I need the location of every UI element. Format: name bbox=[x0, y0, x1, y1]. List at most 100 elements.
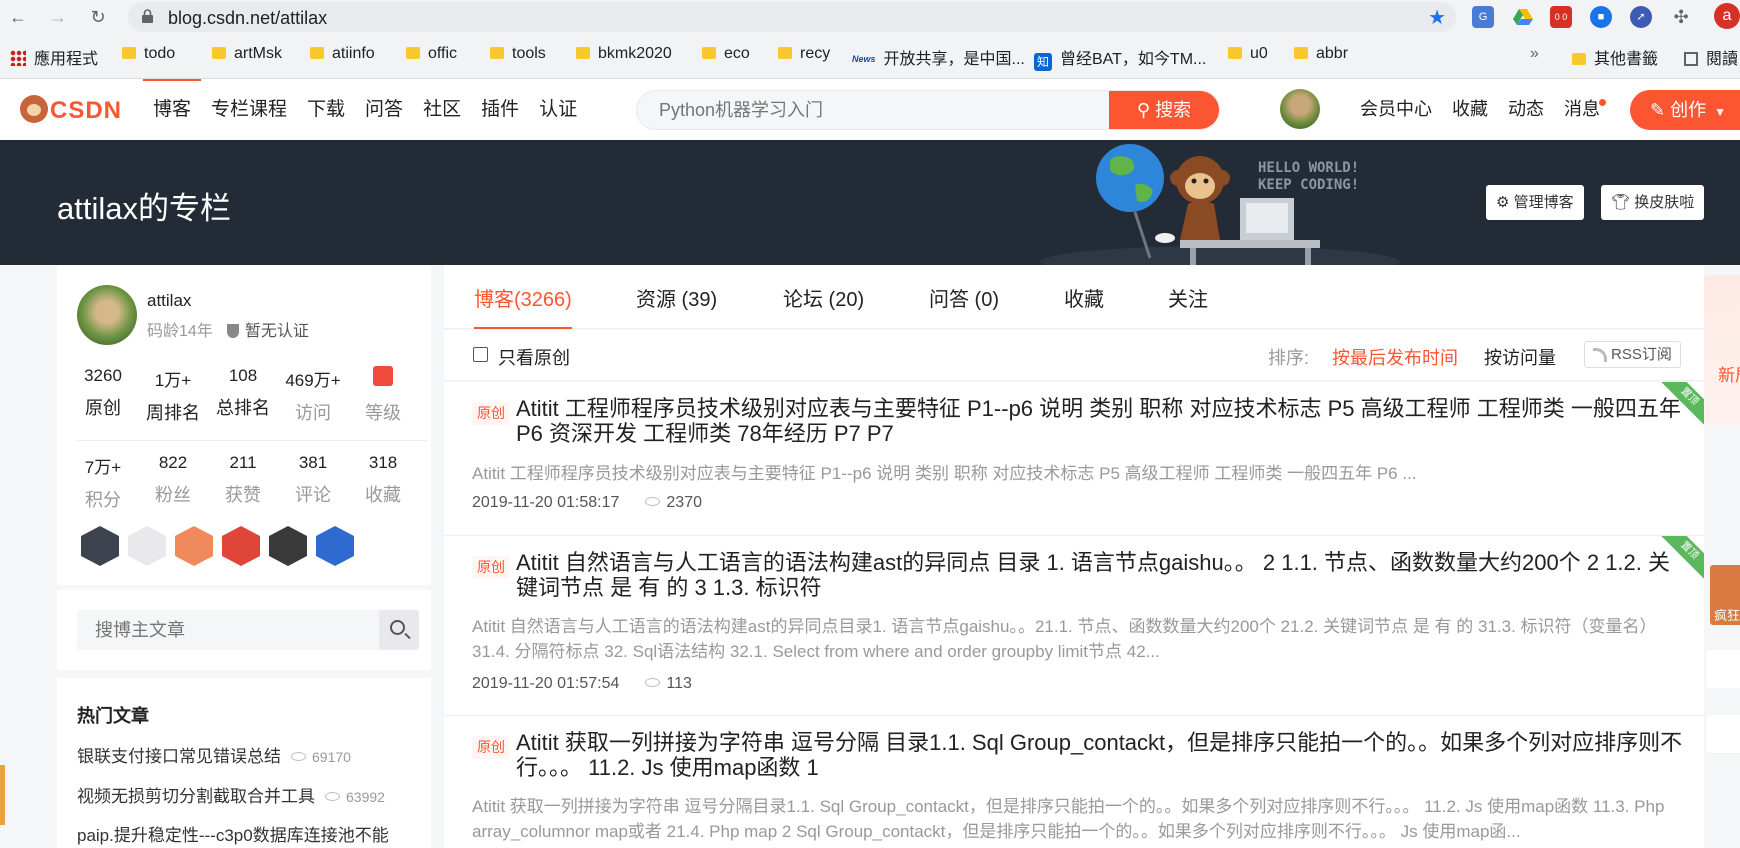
original-tag: 原创 bbox=[472, 402, 510, 425]
tab-forum[interactable]: 论坛 (20) bbox=[783, 283, 864, 329]
list-item[interactable]: paip.提升稳定性---c3p0数据库连接池不能 bbox=[77, 823, 407, 848]
csdn-logo[interactable]: CSDN bbox=[20, 95, 122, 125]
qr-code-button[interactable] bbox=[1706, 650, 1740, 688]
nav-community[interactable]: 社区 bbox=[413, 79, 471, 140]
bookmark-apps[interactable]: 應用程式 bbox=[10, 45, 98, 68]
tab-blog[interactable]: 博客(3266) bbox=[474, 283, 572, 329]
list-item[interactable]: 银联支付接口常见错误总结 69170 bbox=[77, 744, 407, 770]
only-original-label[interactable]: 只看原创 bbox=[498, 344, 570, 370]
url-field[interactable]: blog.csdn.net/attilax ★ bbox=[128, 2, 1456, 32]
article-title[interactable]: Atitit 自然语言与人工语言的语法构建ast的异同点 目录 1. 语言节点g… bbox=[516, 550, 1686, 600]
bookmark-eco[interactable]: eco bbox=[702, 45, 750, 67]
sort-by-views[interactable]: 按访问量 bbox=[1484, 344, 1556, 370]
lock-icon bbox=[142, 9, 153, 23]
bookmark-extension-icon[interactable]: ■ bbox=[1590, 6, 1612, 28]
url-text: blog.csdn.net/attilax bbox=[168, 8, 328, 28]
stat-level[interactable]: 等级 bbox=[348, 366, 418, 425]
create-button[interactable]: ✎ 创作 ▼ bbox=[1630, 90, 1740, 130]
bookmark-news[interactable]: News 开放共享，是中国... bbox=[852, 45, 1025, 68]
other-bookmarks[interactable]: 其他書籤 bbox=[1572, 45, 1658, 68]
article-title[interactable]: Atitit 获取一列拼接为字符串 逗号分隔 目录1.1. Sql Group_… bbox=[516, 730, 1686, 780]
bookmark-todo[interactable]: todo bbox=[122, 45, 175, 67]
counter-extension-icon[interactable]: 0 0 bbox=[1550, 6, 1572, 28]
article-item[interactable]: 原创 Atitit 获取一列拼接为字符串 逗号分隔 目录1.1. Sql Gro… bbox=[444, 716, 1704, 848]
blog-search-card bbox=[57, 590, 431, 670]
profile-avatar[interactable] bbox=[77, 285, 137, 345]
list-item[interactable]: 视频无损剪切分割截取合并工具 63992 bbox=[77, 784, 407, 810]
bookmark-abbr[interactable]: abbr bbox=[1294, 45, 1348, 67]
reading-list[interactable]: 閱讀 bbox=[1684, 45, 1740, 67]
translate-extension-icon[interactable]: G bbox=[1472, 6, 1494, 28]
nav-favorites[interactable]: 收藏 bbox=[1442, 79, 1498, 140]
folder-icon bbox=[702, 47, 716, 59]
nav-plugin[interactable]: 插件 bbox=[471, 79, 529, 140]
manage-blog-button[interactable]: ⚙ 管理博客 bbox=[1486, 185, 1584, 220]
bookmarks-bar: 應用程式 todo artMsk atiinfo offic tools bkm… bbox=[0, 33, 1740, 79]
sort-by-latest[interactable]: 按最后发布时间 bbox=[1332, 344, 1458, 370]
nav-vip-center[interactable]: 会员中心 bbox=[1350, 79, 1442, 140]
gift-widget[interactable]: 疯狂 bbox=[1710, 565, 1740, 625]
nav-activity[interactable]: 动态 bbox=[1498, 79, 1554, 140]
side-ad[interactable]: 新居 主页 bbox=[1704, 275, 1740, 425]
bookmark-artmsk[interactable]: artMsk bbox=[212, 45, 282, 67]
browser-profile-avatar[interactable]: a bbox=[1714, 3, 1740, 29]
change-skin-button[interactable]: 👕︎ 换皮肤啦 bbox=[1601, 185, 1705, 220]
stat-comments[interactable]: 381 评论 bbox=[278, 453, 348, 507]
nav-messages[interactable]: 消息 bbox=[1554, 79, 1610, 140]
tab-resources[interactable]: 资源 (39) bbox=[636, 283, 717, 329]
nav-cert[interactable]: 认证 bbox=[529, 79, 587, 140]
reload-icon[interactable]: ↻ bbox=[86, 5, 110, 29]
stat-favorites[interactable]: 318 收藏 bbox=[348, 453, 418, 507]
drive-extension-icon[interactable] bbox=[1512, 6, 1534, 28]
gear-icon: ⚙ bbox=[1496, 194, 1514, 211]
bookmark-zhihu[interactable]: 知曾经BAT，如今TM... bbox=[1034, 45, 1206, 71]
article-item[interactable]: 置顶 原创 Atitit 自然语言与人工语言的语法构建ast的异同点 目录 1.… bbox=[444, 536, 1704, 716]
chevron-down-icon: ▼ bbox=[1714, 105, 1726, 119]
article-summary: Atitit 获取一列拼接为字符串 逗号分隔目录1.1. Sql Group_c… bbox=[472, 797, 1665, 841]
bookmark-recy[interactable]: recy bbox=[778, 45, 830, 67]
folder-icon bbox=[122, 47, 136, 59]
bookmark-star-icon[interactable]: ★ bbox=[1428, 5, 1446, 30]
customer-service-button[interactable] bbox=[1706, 715, 1740, 753]
article-item[interactable]: 置顶 原创 Atitit 工程师程序员技术级别对应表与主要特征 P1--p6 说… bbox=[444, 382, 1704, 536]
puzzle-extensions-icon[interactable]: ✣ bbox=[1670, 6, 1692, 28]
nav-download[interactable]: 下载 bbox=[297, 79, 355, 140]
article-title[interactable]: Atitit 工程师程序员技术级别对应表与主要特征 P1--p6 说明 类别 职… bbox=[516, 396, 1686, 446]
avatar[interactable] bbox=[1280, 89, 1320, 129]
left-edge-tab[interactable] bbox=[0, 765, 5, 825]
rss-button[interactable]: RSS订阅 bbox=[1584, 341, 1681, 368]
search-button[interactable]: ⚲ 搜索 bbox=[1109, 91, 1219, 129]
bookmark-tools[interactable]: tools bbox=[490, 45, 546, 67]
only-original-checkbox[interactable] bbox=[473, 347, 488, 362]
stat-original[interactable]: 3260 原创 bbox=[68, 366, 138, 420]
tab-favorites[interactable]: 收藏 bbox=[1064, 283, 1104, 329]
profile-name[interactable]: attilax bbox=[147, 291, 191, 311]
stat-week-rank[interactable]: 1万+ 周排名 bbox=[138, 366, 208, 425]
eye-icon bbox=[291, 752, 306, 761]
search-icon bbox=[390, 620, 405, 635]
more-bookmarks-button[interactable]: » bbox=[1530, 45, 1539, 67]
nav-qa[interactable]: 问答 bbox=[355, 79, 413, 140]
bookmark-u0[interactable]: u0 bbox=[1228, 45, 1268, 67]
arrow-extension-icon[interactable]: ➚ bbox=[1630, 6, 1652, 28]
tab-following[interactable]: 关注 bbox=[1168, 283, 1208, 329]
stat-likes[interactable]: 211 获赞 bbox=[208, 453, 278, 507]
folder-icon bbox=[212, 47, 226, 59]
forward-icon[interactable]: → bbox=[46, 5, 70, 29]
site-search: ⚲ 搜索 bbox=[636, 90, 1220, 130]
stat-fans[interactable]: 822 粉丝 bbox=[138, 453, 208, 507]
stat-points[interactable]: 7万+ 积分 bbox=[68, 453, 138, 512]
bookmark-atiinfo[interactable]: atiinfo bbox=[310, 45, 375, 67]
search-input[interactable] bbox=[637, 91, 1111, 129]
bookmark-offic[interactable]: offic bbox=[406, 45, 457, 67]
nav-blog[interactable]: 博客 bbox=[143, 79, 202, 140]
bookmark-bkmk2020[interactable]: bkmk2020 bbox=[576, 45, 672, 67]
tab-qa[interactable]: 问答 (0) bbox=[929, 283, 999, 329]
back-icon[interactable]: ← bbox=[6, 5, 30, 29]
coding-monkey-illustration bbox=[1040, 144, 1400, 265]
stat-total-rank[interactable]: 108 总排名 bbox=[208, 366, 278, 420]
nav-courses[interactable]: 专栏课程 bbox=[201, 79, 297, 140]
blog-search-input[interactable] bbox=[77, 610, 379, 650]
blog-search-button[interactable] bbox=[379, 610, 419, 650]
stat-visits[interactable]: 469万+ 访问 bbox=[278, 366, 348, 425]
